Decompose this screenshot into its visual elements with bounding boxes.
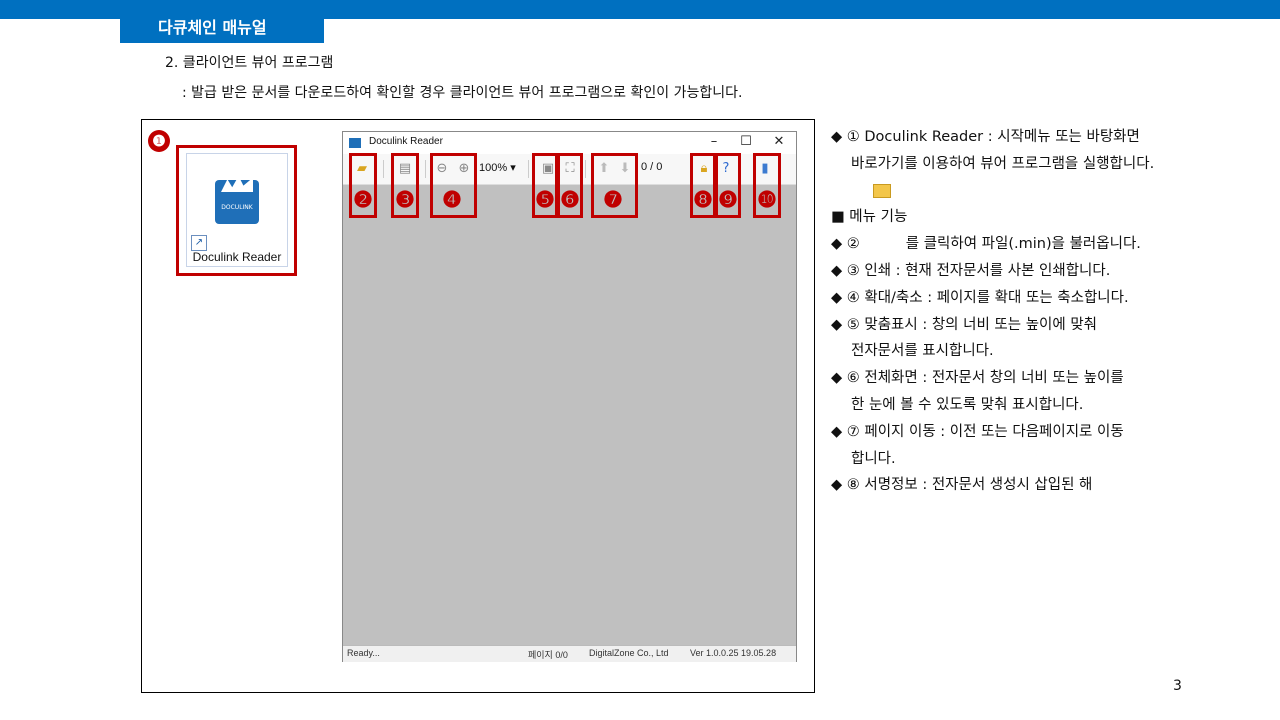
manual-title: 다큐체인 매뉴얼 [120, 15, 324, 43]
note-3: ◆ ③ 인쇄 : 현재 전자문서를 사본 인쇄합니다. [831, 262, 1111, 279]
callout-10: ❿ [757, 187, 777, 213]
close-button[interactable]: ✕ [764, 134, 794, 149]
status-company: DigitalZone Co., Ltd [589, 648, 669, 658]
note-1a: ◆ ① Doculink Reader : 시작메뉴 또는 바탕화면 [831, 129, 1140, 145]
status-page: 페이지 0/0 [528, 650, 568, 660]
callout-1: ❶ [148, 130, 170, 152]
instruction-notes: ◆ ① Doculink Reader : 시작메뉴 또는 바탕화면 바로가기를… [831, 124, 1161, 499]
shortcut-label: Docu​link Reader [192, 250, 282, 264]
callout-3: ❸ [395, 187, 415, 213]
zoom-level[interactable]: 100% ▾ [479, 161, 516, 174]
folder-open-icon [873, 183, 891, 198]
minimize-button[interactable]: – [699, 134, 729, 149]
menu-heading: ■ 메뉴 기능 [831, 209, 908, 226]
viewer-title: Doculink Reader [369, 136, 443, 147]
callout-9: ❾ [718, 187, 738, 213]
callout-5: ❺ [535, 187, 555, 213]
note-4: ◆ ④ 확대/축소 : 페이지를 확대 또는 축소합니다. [831, 289, 1129, 306]
note-6b: 한 눈에 볼 수 있도록 맞춰 표시합니다. [851, 396, 1084, 413]
note-7a: ◆ ⑦ 페이지 이동 : 이전 또는 다음페이지로 이동 [831, 423, 1124, 440]
callout-6: ❻ [560, 187, 580, 213]
page-counter: 0 / 0 [641, 161, 663, 173]
note-1b: 바로가기를 이용하여 뷰어 프로그램을 실행합니다. [851, 155, 1155, 172]
status-version: Ver 1.0.0.25 19.05.28 [690, 648, 777, 658]
page-number: 3 [1173, 678, 1182, 694]
note-5b: 전자문서를 표시합니다. [851, 343, 994, 360]
section-title: 2. 클라이언트 뷰어 프로그램 [165, 55, 334, 71]
note-2b: 를 클릭하여 파일(.min)을 불러옵니다. [905, 236, 1141, 253]
shortcut-arrow-icon: ↗ [191, 235, 207, 251]
logo-text: DOCULINK [221, 204, 253, 211]
callout-8: ❽ [693, 187, 713, 213]
callout-7: ❼ [603, 187, 623, 213]
callout-4: ❹ [442, 187, 462, 213]
section-description: : 발급 받은 문서를 다운로드하여 확인할 경우 클라이언트 뷰어 프로그램으… [182, 85, 743, 101]
status-bar: Ready... 페이지 0/0 DigitalZone Co., Ltd Ve… [343, 645, 796, 662]
viewer-titlebar: Doculink Reader – ☐ ✕ [343, 132, 796, 154]
note-8: ◆ ⑧ 서명정보 : 전자문서 생성시 삽입된 해 [831, 477, 1093, 494]
app-icon [349, 138, 361, 148]
note-2a: ◆ ② [831, 236, 860, 253]
callout-2: ❷ [353, 187, 373, 213]
maximize-button[interactable]: ☐ [731, 134, 761, 149]
note-5a: ◆ ⑤ 맞춤표시 : 창의 너비 또는 높이에 맞춰 [831, 316, 1098, 333]
doculink-logo-icon: DOCULINK [215, 176, 259, 224]
note-7b: 합니다. [851, 450, 896, 467]
note-6a: ◆ ⑥ 전체화면 : 전자문서 창의 너비 또는 높이를 [831, 370, 1124, 387]
status-text: Ready... [347, 648, 380, 658]
desktop-shortcut-icon[interactable]: DOCULINK ↗ Docu​link Reader [186, 153, 288, 267]
